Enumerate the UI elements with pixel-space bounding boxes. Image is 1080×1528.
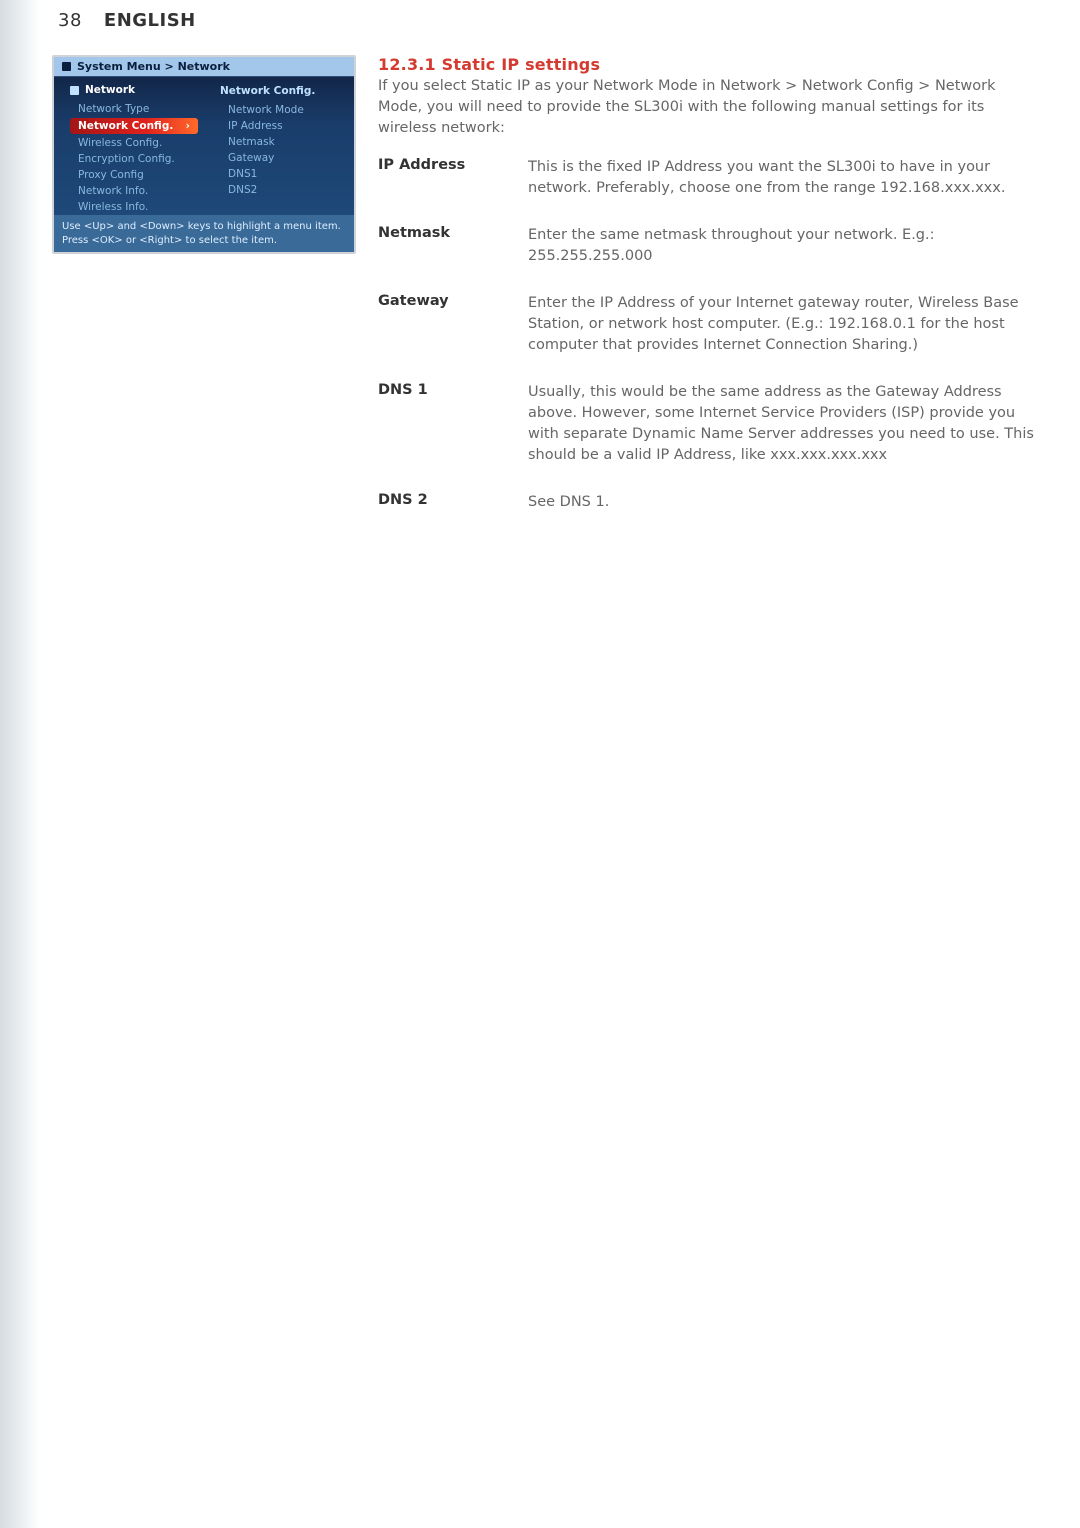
hint-line-2: Press <OK> or <Right> to select the item… — [62, 234, 346, 248]
def-term: DNS 1 — [378, 382, 518, 466]
list-item: IP Address — [212, 118, 354, 134]
left-panel-header: Network — [62, 81, 204, 101]
right-panel: Network Config. Network Mode IP Address … — [204, 77, 354, 215]
def-term: Netmask — [378, 225, 518, 267]
def-term: Gateway — [378, 293, 518, 356]
list-item: Network Info. — [62, 183, 204, 199]
left-panel: Network Network Type Network Config. › W… — [54, 77, 204, 215]
list-item: Netmask — [212, 134, 354, 150]
section-intro: If you select Static IP as your Network … — [378, 76, 1038, 139]
language-label: ENGLISH — [104, 10, 196, 31]
def-desc: See DNS 1. — [528, 492, 1038, 513]
list-item: Wireless Info. — [62, 199, 204, 215]
list-item: Wireless Config. — [62, 135, 204, 151]
list-item-active: Network Config. › — [70, 118, 198, 134]
breadcrumb: System Menu > Network — [54, 57, 354, 77]
section-heading: 12.3.1 Static IP settings — [378, 55, 1038, 74]
list-item: Encryption Config. — [62, 151, 204, 167]
list-item: DNS1 — [212, 166, 354, 182]
page-header: 38 ENGLISH — [58, 10, 196, 31]
list-item: DNS2 — [212, 182, 354, 198]
definitions-table: IP Address This is the fixed IP Address … — [378, 157, 1038, 513]
def-desc: Enter the same netmask throughout your n… — [528, 225, 1038, 267]
hint-line-1: Use <Up> and <Down> keys to highlight a … — [62, 220, 346, 234]
right-panel-header: Network Config. — [212, 81, 354, 102]
device-screenshot: System Menu > Network Network Network Ty… — [52, 55, 356, 254]
list-item: Proxy Config — [62, 167, 204, 183]
breadcrumb-text: System Menu > Network — [77, 60, 230, 73]
def-term: DNS 2 — [378, 492, 518, 513]
left-gradient-strip — [0, 0, 40, 1528]
content-column: 12.3.1 Static IP settings If you select … — [378, 55, 1038, 513]
system-menu-icon — [62, 62, 71, 71]
network-icon — [70, 86, 79, 95]
def-desc: This is the fixed IP Address you want th… — [528, 157, 1038, 199]
hint-bar: Use <Up> and <Down> keys to highlight a … — [54, 215, 354, 252]
list-item: Network Type — [62, 101, 204, 117]
page-root: 38 ENGLISH System Menu > Network Network… — [0, 0, 1080, 1528]
chevron-right-icon: › — [186, 120, 190, 132]
list-item-label: Network Config. — [78, 120, 173, 132]
def-desc: Usually, this would be the same address … — [528, 382, 1038, 466]
def-desc: Enter the IP Address of your Internet ga… — [528, 293, 1038, 356]
def-term: IP Address — [378, 157, 518, 199]
page-number: 38 — [58, 10, 82, 31]
list-item: Gateway — [212, 150, 354, 166]
screenshot-columns: Network Network Type Network Config. › W… — [54, 77, 354, 215]
list-item: Network Mode — [212, 102, 354, 118]
left-panel-title: Network — [85, 84, 135, 96]
